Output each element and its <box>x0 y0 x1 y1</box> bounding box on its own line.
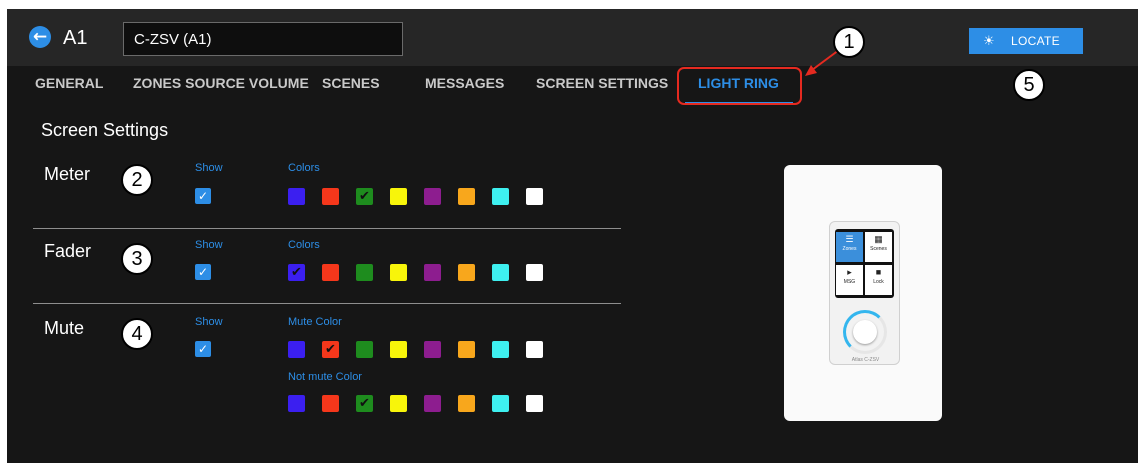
color-swatch[interactable] <box>424 395 441 412</box>
device-name-input[interactable] <box>123 22 403 56</box>
light-bulb-icon: ☀ <box>983 33 995 48</box>
color-swatch[interactable] <box>424 341 441 358</box>
screen-tile-lock: ■ Lock <box>865 265 892 295</box>
fader-color-swatches <box>288 264 558 282</box>
fader-show-checkbox[interactable]: ✓ <box>195 264 211 280</box>
tab-screen-settings[interactable]: SCREEN SETTINGS <box>536 75 668 91</box>
meter-show-checkbox[interactable]: ✓ <box>195 188 211 204</box>
color-swatch[interactable] <box>356 395 373 412</box>
screen-tile-label: MSG <box>843 279 856 285</box>
meter-label: Meter <box>44 164 91 184</box>
meter-colors-label: Colors <box>288 162 320 174</box>
color-swatch[interactable] <box>492 264 509 281</box>
color-swatch[interactable] <box>356 341 373 358</box>
top-bar: ← A1 ☀ LOCATE <box>7 9 1138 66</box>
color-swatch[interactable] <box>458 188 475 205</box>
tab-bar: GENERAL ZONES SOURCE VOLUME SCENES MESSA… <box>7 69 1138 109</box>
color-swatch[interactable] <box>458 341 475 358</box>
tab-general[interactable]: GENERAL <box>35 75 103 91</box>
wall-controller-faceplate: ☰ Zones ▦ Scenes ▸ MSG ■ Lock Atlas C-ZS… <box>829 221 900 365</box>
locate-button[interactable]: ☀ LOCATE <box>969 28 1083 54</box>
mute-color-swatches <box>288 341 558 359</box>
color-swatch[interactable] <box>492 395 509 412</box>
color-swatch[interactable] <box>458 395 475 412</box>
device-settings-window: ← A1 ☀ LOCATE GENERAL ZONES SOURCE VOLUM… <box>7 9 1138 463</box>
volume-knob <box>853 320 877 344</box>
megaphone-icon: ▸ <box>847 267 852 277</box>
color-swatch[interactable] <box>356 264 373 281</box>
meter-color-swatches <box>288 188 558 206</box>
fader-label: Fader <box>44 241 92 261</box>
screen-tile-scenes: ▦ Scenes <box>865 232 892 262</box>
color-swatch[interactable] <box>288 188 305 205</box>
divider <box>33 303 621 304</box>
color-swatch[interactable] <box>526 341 543 358</box>
color-swatch[interactable] <box>526 395 543 412</box>
meter-show-label: Show <box>195 162 223 174</box>
section-title: Screen Settings <box>41 120 169 140</box>
mute-show-checkbox[interactable]: ✓ <box>195 341 211 357</box>
color-swatch[interactable] <box>322 264 339 281</box>
controller-screen: ☰ Zones ▦ Scenes ▸ MSG ■ Lock <box>835 229 894 298</box>
brand-label: Atlas C-ZSV <box>851 357 880 363</box>
layers-icon: ☰ <box>845 234 854 244</box>
mute-label: Mute <box>44 318 85 338</box>
color-swatch[interactable] <box>424 264 441 281</box>
back-arrow-circle-icon[interactable]: ← <box>29 26 51 48</box>
fader-show-label: Show <box>195 239 223 251</box>
color-swatch[interactable] <box>390 188 407 205</box>
color-swatch[interactable] <box>458 264 475 281</box>
clapperboard-icon: ▦ <box>874 234 883 244</box>
color-swatch[interactable] <box>390 264 407 281</box>
color-swatch[interactable] <box>288 341 305 358</box>
color-swatch[interactable] <box>288 395 305 412</box>
color-swatch[interactable] <box>390 395 407 412</box>
screen-tile-label: Scenes <box>870 246 887 252</box>
color-swatch[interactable] <box>390 341 407 358</box>
mute-show-label: Show <box>195 316 223 328</box>
color-swatch[interactable] <box>322 188 339 205</box>
screen-tile-label: Zones <box>842 246 857 252</box>
tab-zones-source-volume[interactable]: ZONES SOURCE VOLUME <box>133 75 309 91</box>
color-swatch[interactable] <box>356 188 373 205</box>
volume-knob-light-ring <box>843 310 887 354</box>
callout-3: 3 <box>121 243 153 275</box>
callout-2: 2 <box>121 164 153 196</box>
color-swatch[interactable] <box>526 264 543 281</box>
divider <box>33 228 621 229</box>
color-swatch[interactable] <box>492 188 509 205</box>
screen-tile-label: Lock <box>873 279 884 285</box>
callout-1: 1 <box>833 26 865 58</box>
lock-icon: ■ <box>875 267 882 277</box>
tab-scenes[interactable]: SCENES <box>322 75 380 91</box>
fader-colors-label: Colors <box>288 239 320 251</box>
color-swatch[interactable] <box>526 188 543 205</box>
color-swatch[interactable] <box>424 188 441 205</box>
not-mute-color-label: Not mute Color <box>288 371 362 383</box>
screen-tile-zones: ☰ Zones <box>836 232 863 262</box>
locate-label: LOCATE <box>1011 34 1060 48</box>
tab-messages[interactable]: MESSAGES <box>425 75 504 91</box>
callout-4: 4 <box>121 318 153 350</box>
device-preview: ☰ Zones ▦ Scenes ▸ MSG ■ Lock Atlas C-ZS… <box>784 165 942 421</box>
color-swatch[interactable] <box>492 341 509 358</box>
color-swatch[interactable] <box>322 395 339 412</box>
color-swatch[interactable] <box>288 264 305 281</box>
not-mute-color-swatches <box>288 395 558 413</box>
mute-color-label: Mute Color <box>288 316 342 328</box>
callout-5: 5 <box>1013 69 1045 101</box>
device-id: A1 <box>63 27 88 49</box>
color-swatch[interactable] <box>322 341 339 358</box>
screen-tile-msg: ▸ MSG <box>836 265 863 295</box>
